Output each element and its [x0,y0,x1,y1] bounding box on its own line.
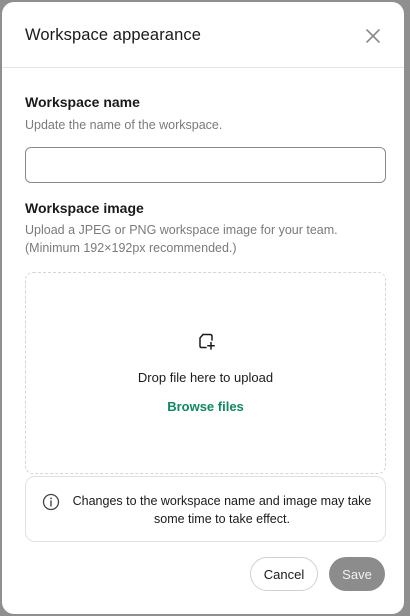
close-icon [366,29,380,43]
dropzone-text: Drop file here to upload [137,370,274,385]
save-button[interactable]: Save [329,557,385,591]
close-button[interactable] [362,25,384,47]
info-icon [42,493,60,511]
workspace-image-label: Workspace image [25,200,144,216]
dialog-title: Workspace appearance [25,26,201,44]
workspace-appearance-dialog: Workspace appearance Workspace name Upda… [2,2,404,614]
browse-files-link[interactable]: Browse files [26,399,385,414]
notice-text: Changes to the workspace name and image … [72,494,372,526]
dialog-header: Workspace appearance [2,2,404,68]
workspace-name-input[interactable] [25,147,386,183]
workspace-image-hint-size: (Minimum 192×192px recommended.) [25,241,237,255]
workspace-image-hint: Upload a JPEG or PNG workspace image for… [25,223,338,237]
workspace-name-hint: Update the name of the workspace. [25,118,223,132]
image-add-icon [199,333,215,350]
workspace-name-label: Workspace name [25,94,140,110]
cancel-button[interactable]: Cancel [250,557,318,591]
info-notice: Changes to the workspace name and image … [25,476,386,542]
image-dropzone[interactable]: Drop file here to upload Browse files [25,272,386,474]
